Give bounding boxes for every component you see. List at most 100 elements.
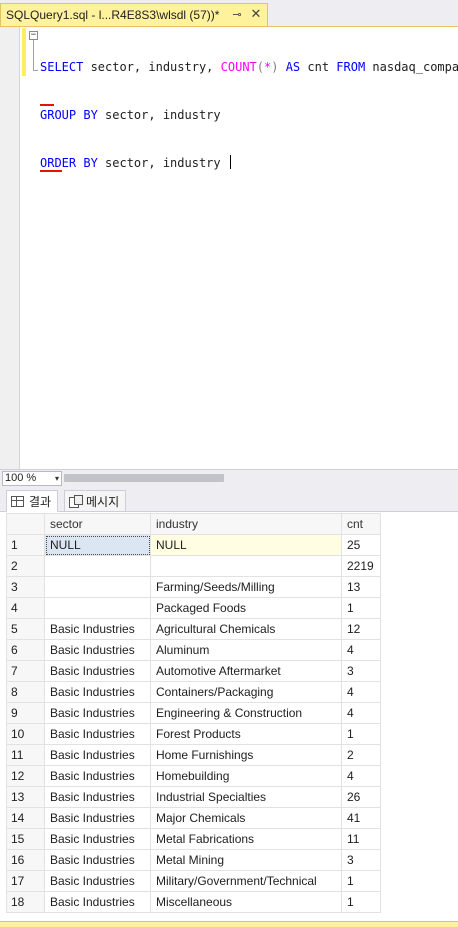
cell-sector[interactable]: Basic Industries	[44, 828, 151, 850]
cell-cnt[interactable]: 12	[341, 618, 381, 640]
row-number[interactable]: 2	[6, 555, 45, 577]
cell-cnt[interactable]: 2219	[341, 555, 381, 577]
query-document-tab[interactable]: SQLQuery1.sql - l...R4E8S3\wlsdl (57))* …	[0, 3, 268, 26]
cell-industry[interactable]: Metal Fabrications	[150, 828, 342, 850]
cell-sector[interactable]	[44, 597, 151, 619]
table-row[interactable]: 3 Farming/Seeds/Milling 13	[6, 576, 381, 598]
cell-cnt[interactable]: 11	[341, 828, 381, 850]
row-number[interactable]: 7	[6, 660, 45, 682]
row-number[interactable]: 3	[6, 576, 45, 598]
row-number[interactable]: 4	[6, 597, 45, 619]
cell-industry[interactable]: Miscellaneous	[150, 891, 342, 913]
cell-sector[interactable]: Basic Industries	[44, 618, 151, 640]
row-number[interactable]: 15	[6, 828, 45, 850]
cell-sector[interactable]: Basic Industries	[44, 786, 151, 808]
cell-sector[interactable]: Basic Industries	[44, 723, 151, 745]
table-row[interactable]: 16 Basic Industries Metal Mining 3	[6, 849, 381, 871]
row-number[interactable]: 10	[6, 723, 45, 745]
cell-sector[interactable]: Basic Industries	[44, 870, 151, 892]
sql-editor[interactable]: − SELECT sector, industry, COUNT(*) AS c…	[0, 26, 458, 470]
cell-industry[interactable]: NULL	[150, 534, 342, 556]
tab-messages[interactable]: 메시지	[64, 490, 127, 512]
table-row[interactable]: 12 Basic Industries Homebuilding 4	[6, 765, 381, 787]
cell-cnt[interactable]: 4	[341, 702, 381, 724]
cell-industry[interactable]: Agricultural Chemicals	[150, 618, 342, 640]
column-header-sector[interactable]: sector	[44, 513, 151, 535]
row-number[interactable]: 9	[6, 702, 45, 724]
cell-cnt[interactable]: 41	[341, 807, 381, 829]
cell-industry[interactable]: Major Chemicals	[150, 807, 342, 829]
table-row[interactable]: 5 Basic Industries Agricultural Chemicals 1…	[6, 618, 381, 640]
row-number[interactable]: 6	[6, 639, 45, 661]
cell-sector[interactable]: Basic Industries	[44, 660, 151, 682]
row-number[interactable]: 11	[6, 744, 45, 766]
cell-industry[interactable]: Automotive Aftermarket	[150, 660, 342, 682]
cell-sector[interactable]: Basic Industries	[44, 744, 151, 766]
pin-icon[interactable]: ⊸	[230, 8, 244, 22]
row-number-header[interactable]	[6, 513, 45, 535]
cell-industry[interactable]: Containers/Packaging	[150, 681, 342, 703]
table-row[interactable]: 14 Basic Industries Major Chemicals 41	[6, 807, 381, 829]
table-row[interactable]: 6 Basic Industries Aluminum 4	[6, 639, 381, 661]
table-row[interactable]: 8 Basic Industries Containers/Packaging 4	[6, 681, 381, 703]
cell-cnt[interactable]: 4	[341, 639, 381, 661]
cell-industry[interactable]: Engineering & Construction	[150, 702, 342, 724]
table-row[interactable]: 17 Basic Industries Military/Government/Te…	[6, 870, 381, 892]
cell-industry[interactable]	[150, 555, 342, 577]
cell-cnt[interactable]: 1	[341, 597, 381, 619]
table-row[interactable]: 11 Basic Industries Home Furnishings 2	[6, 744, 381, 766]
cell-cnt[interactable]: 3	[341, 849, 381, 871]
cell-industry[interactable]: Military/Government/Technical	[150, 870, 342, 892]
cell-industry[interactable]: Farming/Seeds/Milling	[150, 576, 342, 598]
table-row[interactable]: 7 Basic Industries Automotive Aftermarket 3	[6, 660, 381, 682]
cell-industry[interactable]: Homebuilding	[150, 765, 342, 787]
cell-sector[interactable]: Basic Industries	[44, 891, 151, 913]
cell-sector[interactable]: Basic Industries	[44, 702, 151, 724]
close-icon[interactable]: ✕	[249, 7, 263, 21]
cell-cnt[interactable]: 13	[341, 576, 381, 598]
table-row[interactable]: 2 2219	[6, 555, 381, 577]
row-number[interactable]: 13	[6, 786, 45, 808]
cell-cnt[interactable]: 3	[341, 660, 381, 682]
table-row[interactable]: 13 Basic Industries Industrial Specialties…	[6, 786, 381, 808]
cell-sector[interactable]	[44, 576, 151, 598]
cell-industry[interactable]: Home Furnishings	[150, 744, 342, 766]
cell-sector[interactable]: Basic Industries	[44, 639, 151, 661]
cell-cnt[interactable]: 1	[341, 723, 381, 745]
cell-cnt[interactable]: 2	[341, 744, 381, 766]
cell-cnt[interactable]: 4	[341, 765, 381, 787]
cell-industry[interactable]: Metal Mining	[150, 849, 342, 871]
cell-industry[interactable]: Industrial Specialties	[150, 786, 342, 808]
table-row[interactable]: 15 Basic Industries Metal Fabrications 11	[6, 828, 381, 850]
cell-sector[interactable]: Basic Industries	[44, 681, 151, 703]
collapse-icon[interactable]: −	[29, 31, 38, 40]
horizontal-scrollbar[interactable]	[64, 474, 224, 482]
cell-cnt[interactable]: 26	[341, 786, 381, 808]
cell-industry[interactable]: Forest Products	[150, 723, 342, 745]
cell-sector[interactable]: Basic Industries	[44, 765, 151, 787]
column-header-industry[interactable]: industry	[150, 513, 342, 535]
column-header-cnt[interactable]: cnt	[341, 513, 381, 535]
cell-sector[interactable]: Basic Industries	[44, 849, 151, 871]
row-number[interactable]: 18	[6, 891, 45, 913]
cell-industry[interactable]: Packaged Foods	[150, 597, 342, 619]
row-number[interactable]: 17	[6, 870, 45, 892]
table-row[interactable]: 4 Packaged Foods 1	[6, 597, 381, 619]
row-number[interactable]: 16	[6, 849, 45, 871]
cell-sector[interactable]	[44, 555, 151, 577]
cell-cnt[interactable]: 1	[341, 870, 381, 892]
cell-cnt[interactable]: 25	[341, 534, 381, 556]
row-number[interactable]: 1	[6, 534, 45, 556]
table-row[interactable]: 10 Basic Industries Forest Products 1	[6, 723, 381, 745]
table-row[interactable]: 9 Basic Industries Engineering & Construct…	[6, 702, 381, 724]
cell-sector[interactable]: Basic Industries	[44, 807, 151, 829]
cell-industry[interactable]: Aluminum	[150, 639, 342, 661]
results-grid-pane[interactable]: sector industry cnt 1 NULL NULL 25 2 2219 3 Far…	[0, 512, 458, 921]
tab-results[interactable]: 결과	[6, 490, 59, 512]
row-number[interactable]: 5	[6, 618, 45, 640]
cell-cnt[interactable]: 1	[341, 891, 381, 913]
table-row[interactable]: 18 Basic Industries Miscellaneous 1	[6, 891, 381, 913]
code-area[interactable]: SELECT sector, industry, COUNT(*) AS cnt…	[40, 27, 458, 203]
cell-sector[interactable]: NULL	[44, 534, 151, 556]
zoom-dropdown[interactable]: 100 % ▾	[2, 471, 62, 486]
